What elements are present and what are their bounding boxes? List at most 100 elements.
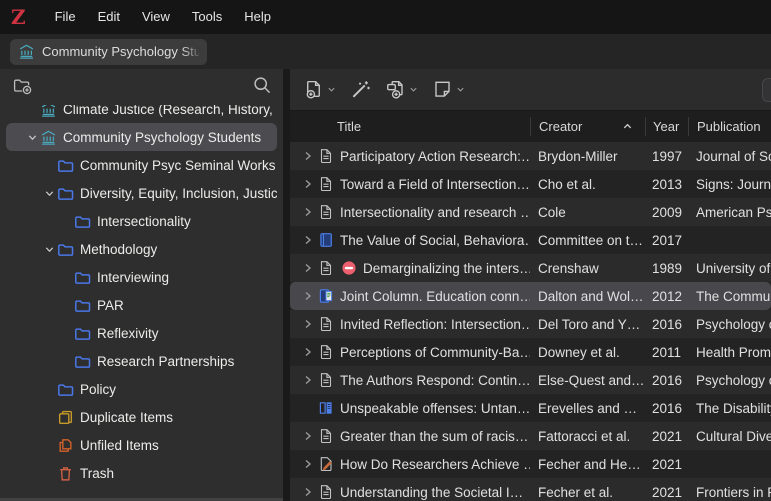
- collapse-twisty[interactable]: [41, 244, 57, 255]
- search-input-stub[interactable]: [762, 78, 771, 102]
- item-row[interactable]: The Value of Social, Behaviora… Committee…: [290, 226, 771, 254]
- menu-tools[interactable]: Tools: [181, 0, 233, 34]
- expand-twisty[interactable]: [301, 430, 314, 442]
- collection-row-research-partnerships[interactable]: Research Partnerships: [6, 347, 277, 375]
- expand-twisty[interactable]: [301, 206, 314, 218]
- collection-row-methodology[interactable]: Methodology: [6, 235, 277, 263]
- item-year: 2021: [652, 428, 683, 444]
- item-year: 2011: [652, 344, 682, 360]
- column-header-label: Creator: [539, 119, 583, 134]
- new-note-button[interactable]: [432, 79, 465, 100]
- collection-label: Unfiled Items: [80, 437, 159, 453]
- collection-label: Climate Justice (Research, History, Bell: [63, 105, 277, 117]
- collection-row-par[interactable]: PAR: [6, 291, 277, 319]
- expand-twisty[interactable]: [301, 234, 314, 246]
- column-header-publication[interactable]: Publication: [688, 117, 771, 136]
- collection-row-community-psyc-seminal-works[interactable]: Community Psyc Seminal Works: [6, 151, 277, 179]
- folder-icon: [57, 381, 74, 398]
- expand-twisty[interactable]: [301, 178, 314, 190]
- new-item-button[interactable]: [303, 79, 336, 100]
- item-publication: The Disability: [696, 400, 771, 416]
- item-publication: Health Prom: [696, 344, 771, 360]
- folder-icon: [57, 157, 74, 174]
- pane-splitter[interactable]: [283, 69, 290, 501]
- column-header-year[interactable]: Year: [645, 117, 688, 136]
- new-attachment-button[interactable]: [385, 79, 418, 100]
- collection-label: Community Psychology Students: [63, 129, 262, 145]
- collection-row-community-psychology-students[interactable]: Community Psychology Students: [6, 123, 277, 151]
- expand-twisty[interactable]: [301, 262, 314, 274]
- collection-row-duplicate-items[interactable]: Duplicate Items: [6, 403, 277, 431]
- document-icon: [318, 316, 334, 332]
- item-row[interactable]: Greater than the sum of racis… Fattoracci…: [290, 422, 771, 450]
- item-row[interactable]: Participatory Action Research:… Brydon-Mi…: [290, 142, 771, 170]
- search-icon[interactable]: [252, 75, 272, 100]
- collection-row-unfiled-items[interactable]: Unfiled Items: [6, 431, 277, 459]
- expand-twisty[interactable]: [301, 486, 314, 498]
- trash-icon: [57, 465, 74, 482]
- column-header-creator[interactable]: Creator: [530, 117, 645, 136]
- menu-help[interactable]: Help: [233, 0, 282, 34]
- zotero-window: Z File Edit View Tools Help Community Psycho…: [0, 0, 771, 501]
- new-collection-icon[interactable]: [12, 75, 32, 100]
- item-row[interactable]: Understanding the Societal I… Fecher et a…: [290, 478, 771, 501]
- menus: File Edit View Tools Help: [44, 0, 282, 34]
- item-row[interactable]: Unspeakable offenses: Untan… Erevelles an…: [290, 394, 771, 422]
- folder-icon: [74, 325, 91, 342]
- collection-label: Research Partnerships: [97, 353, 235, 369]
- column-header-title[interactable]: Title: [290, 117, 530, 136]
- add-by-identifier-button[interactable]: [350, 79, 371, 100]
- item-row[interactable]: Perceptions of Community-Ba… Downey et al…: [290, 338, 771, 366]
- expand-twisty[interactable]: [301, 374, 314, 386]
- items-table-header: Title Creator Year Publication: [290, 111, 771, 142]
- menu-bar: Z File Edit View Tools Help: [0, 0, 771, 34]
- item-row[interactable]: How Do Researchers Achieve … Fecher and H…: [290, 450, 771, 478]
- folder-icon: [74, 213, 91, 230]
- collection-row-trash[interactable]: Trash: [6, 459, 277, 487]
- collections-pane: Climate Justice (Research, History, Bell…: [0, 69, 283, 501]
- tab-label: Community Psychology Stude: [42, 44, 199, 59]
- library-icon: [18, 43, 35, 60]
- menu-file[interactable]: File: [44, 0, 87, 34]
- item-row[interactable]: The Authors Respond: Contin… Else-Quest a…: [290, 366, 771, 394]
- collection-row-climate-justice-research-history-bell[interactable]: Climate Justice (Research, History, Bell: [6, 105, 277, 123]
- item-publication: University of: [696, 260, 771, 276]
- document-icon: [318, 372, 334, 388]
- item-title-cell: Perceptions of Community-Ba…: [290, 344, 530, 360]
- wand-icon: [350, 79, 371, 100]
- item-creator: Committee on t…: [538, 232, 644, 248]
- item-year: 2012: [652, 288, 683, 304]
- blog-icon: [318, 456, 334, 472]
- expand-twisty[interactable]: [301, 346, 314, 358]
- item-year: 2017: [652, 232, 683, 248]
- item-title: Intersectionality and research …: [340, 204, 530, 220]
- menu-view[interactable]: View: [131, 0, 181, 34]
- collection-row-intersectionality[interactable]: Intersectionality: [6, 207, 277, 235]
- item-year: 2009: [652, 204, 683, 220]
- item-row[interactable]: Intersectionality and research … Cole 2009…: [290, 198, 771, 226]
- expand-twisty[interactable]: [301, 290, 314, 302]
- item-row[interactable]: Toward a Field of Intersection… Cho et al…: [290, 170, 771, 198]
- item-title: Joint Column. Education conn…: [340, 288, 530, 304]
- item-row[interactable]: Invited Reflection: Intersection… Del Tor…: [290, 310, 771, 338]
- collection-label: Methodology: [80, 241, 158, 257]
- collection-row-policy[interactable]: Policy: [6, 375, 277, 403]
- document-icon: [318, 148, 334, 164]
- menu-edit[interactable]: Edit: [87, 0, 131, 34]
- collection-row-reflexivity[interactable]: Reflexivity: [6, 319, 277, 347]
- item-row[interactable]: Demarginalizing the inters… Crenshaw 1989 U…: [290, 254, 771, 282]
- expand-twisty[interactable]: [301, 318, 314, 330]
- expand-twisty[interactable]: [301, 150, 314, 162]
- collection-row-interviewing[interactable]: Interviewing: [6, 263, 277, 291]
- tab-library[interactable]: Community Psychology Stude: [10, 38, 207, 65]
- item-row[interactable]: Joint Column. Education conn… Dalton and …: [290, 282, 771, 310]
- collapse-twisty[interactable]: [41, 188, 57, 199]
- dropdown-chevron-icon: [456, 81, 465, 99]
- folder-icon: [74, 353, 91, 370]
- item-title: Perceptions of Community-Ba…: [340, 344, 530, 360]
- folder-icon: [57, 185, 74, 202]
- unfiled-icon: [57, 437, 74, 454]
- collection-row-diversity-equity-inclusion-justice[interactable]: Diversity, Equity, Inclusion, Justice: [6, 179, 277, 207]
- collapse-twisty[interactable]: [24, 132, 40, 143]
- expand-twisty[interactable]: [301, 458, 314, 470]
